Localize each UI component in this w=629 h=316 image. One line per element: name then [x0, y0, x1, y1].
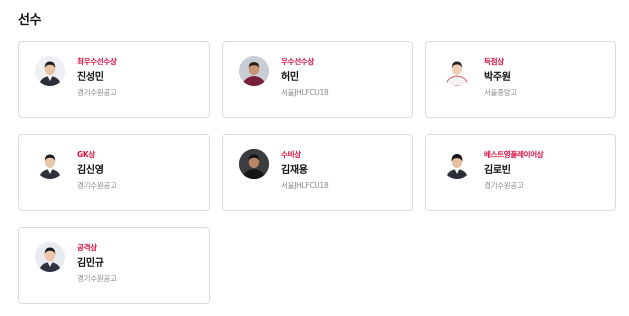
- player-name: 김재용: [281, 165, 308, 176]
- team-name: 경기수원공고: [77, 274, 117, 283]
- award-label: 수비상: [281, 150, 301, 159]
- player-photo-icon: [239, 56, 269, 86]
- player-photo-icon: [35, 56, 65, 86]
- team-name: 서울중앙고: [484, 88, 517, 97]
- player-card[interactable]: 우수선수상 허민 서울JHLFCU18: [222, 41, 413, 118]
- award-label: GK상: [77, 150, 95, 159]
- player-photo-icon: [35, 242, 65, 272]
- player-name: 허민: [281, 72, 299, 83]
- player-name: 박주원: [484, 72, 511, 83]
- player-name: 진성민: [77, 72, 104, 83]
- team-name: 경기수원공고: [484, 181, 524, 190]
- player-card[interactable]: 공격상 김민규 경기수원공고: [18, 227, 210, 304]
- player-name: 김신영: [77, 165, 104, 176]
- player-card[interactable]: 최우수선수상 진성민 경기수원공고: [18, 41, 210, 118]
- team-name: 서울JHLFCU18: [281, 88, 329, 97]
- team-name: 서울JHLFCU18: [281, 181, 329, 190]
- award-label: 공격상: [77, 243, 97, 252]
- player-card[interactable]: 베스트영플레이어상 김로빈 경기수원공고: [425, 134, 616, 211]
- player-card[interactable]: GK상 김신영 경기수원공고: [18, 134, 210, 211]
- player-photo-icon: [442, 56, 472, 86]
- player-award-grid: 최우수선수상 진성민 경기수원공고 우수선수상 허민 서울JHLFCU18 득점…: [18, 41, 616, 304]
- player-photo-icon: [442, 149, 472, 179]
- player-photo-icon: [239, 149, 269, 179]
- player-card[interactable]: 수비상 김재용 서울JHLFCU18: [222, 134, 413, 211]
- award-label: 베스트영플레이어상: [484, 150, 544, 159]
- player-name: 김민규: [77, 258, 104, 269]
- award-label: 최우수선수상: [77, 57, 117, 66]
- player-photo-icon: [35, 149, 65, 179]
- player-name: 김로빈: [484, 165, 511, 176]
- team-name: 경기수원공고: [77, 88, 117, 97]
- team-name: 경기수원공고: [77, 181, 117, 190]
- award-label: 우수선수상: [281, 57, 314, 66]
- section-title: 선수: [18, 13, 41, 28]
- player-card[interactable]: 득점상 박주원 서울중앙고: [425, 41, 616, 118]
- award-label: 득점상: [484, 57, 504, 66]
